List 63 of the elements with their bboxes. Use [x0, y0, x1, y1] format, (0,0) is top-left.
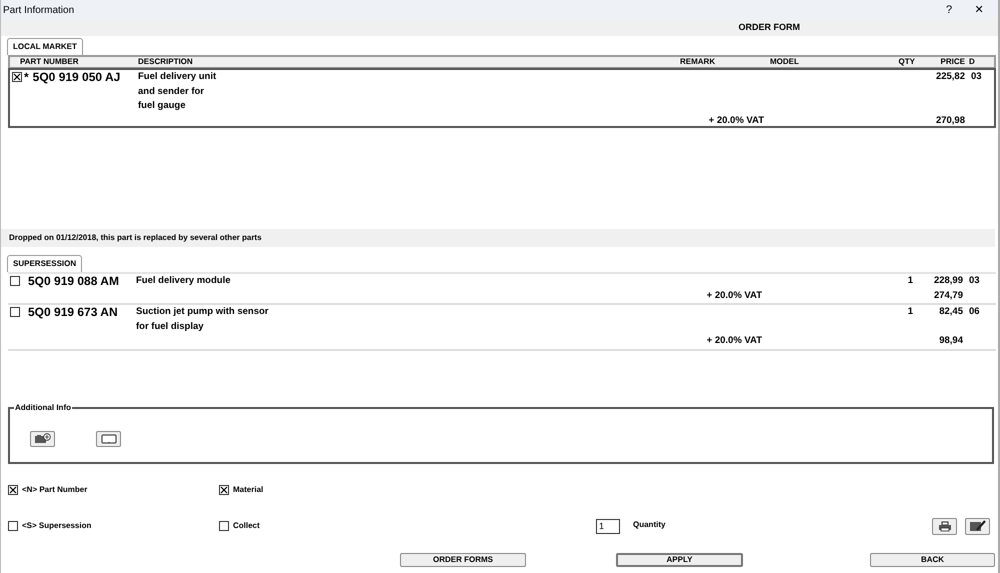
book-button[interactable] [96, 430, 121, 446]
description-line: for fuel display [136, 320, 205, 334]
camera-button[interactable] [30, 430, 55, 446]
help-button[interactable]: ? [934, 2, 964, 18]
description-line: Suction jet pump with sensor [136, 305, 270, 319]
description-line: and sender for [138, 84, 205, 98]
column-header: DESCRIPTION [138, 57, 193, 66]
section-title: Additional Info [14, 402, 72, 412]
column-header: D [969, 57, 975, 66]
action-button[interactable]: BACK [870, 552, 995, 566]
description-line: fuel gauge [138, 99, 187, 113]
vat-label: + 20.0% VAT [706, 290, 762, 300]
column-header: PART NUMBER [20, 57, 79, 66]
edit-button[interactable] [965, 518, 990, 534]
vat-label: + 20.0% VAT [708, 114, 764, 126]
window-title: Part Information [2, 4, 76, 18]
option-label: Material [233, 484, 264, 496]
description-line: Fuel delivery unit [138, 70, 218, 84]
column-header: PRICE [940, 57, 965, 66]
part-number: 5Q0 919 088 AM [28, 274, 119, 288]
qty-cell: 1 [908, 306, 913, 317]
column-header: REMARK [680, 57, 716, 66]
vat-price: 98,94 [939, 335, 963, 346]
quantity-field[interactable]: 1 [596, 518, 620, 534]
camera-plus-icon [34, 433, 52, 444]
d-cell: 03 [971, 71, 982, 82]
action-button[interactable]: APPLY [616, 552, 743, 566]
flag-mark: * [24, 70, 29, 84]
book-icon [100, 434, 116, 444]
checkbox[interactable] [219, 521, 229, 531]
notice-text: Dropped on 01/12/2018, this part is replaced by several other parts [9, 232, 262, 244]
vat-price: 274,79 [934, 290, 963, 300]
price-cell: 228,99 [934, 275, 963, 286]
close-button[interactable]: ✕ [964, 2, 994, 18]
form-title: ORDER FORM [738, 21, 800, 34]
checkbox[interactable] [8, 485, 18, 495]
checkbox[interactable] [219, 485, 229, 495]
checkbox[interactable] [10, 276, 20, 286]
d-cell: 06 [969, 306, 980, 317]
column-header: QTY [898, 57, 915, 66]
part-number: 5Q0 919 050 AJ [32, 70, 120, 84]
vat-label: + 20.0% VAT [706, 335, 762, 346]
option-label: <N> Part Number [22, 484, 88, 496]
quantity-label: Quantity [633, 519, 666, 531]
option-label: Collect [233, 520, 260, 532]
print-button[interactable] [932, 518, 957, 534]
d-cell: 03 [969, 275, 980, 286]
tab[interactable]: SUPERSESSION [7, 255, 82, 272]
option-label: <S> Supersession [22, 520, 92, 532]
column-header: MODEL [770, 57, 799, 66]
vat-price: 270,98 [936, 114, 965, 126]
qty-cell: 1 [908, 275, 913, 286]
part-number: 5Q0 919 673 AN [28, 305, 118, 320]
checkbox[interactable] [10, 307, 20, 318]
action-button[interactable]: ORDER FORMS [400, 552, 526, 566]
printer-icon [938, 520, 952, 532]
checkbox[interactable] [12, 72, 22, 82]
description-line: Fuel delivery module [136, 274, 232, 288]
tab[interactable]: LOCAL MARKET [7, 38, 83, 55]
edit-icon [968, 520, 986, 532]
price-cell: 225,82 [936, 71, 965, 82]
price-cell: 82,45 [939, 306, 963, 317]
checkbox[interactable] [8, 521, 18, 531]
